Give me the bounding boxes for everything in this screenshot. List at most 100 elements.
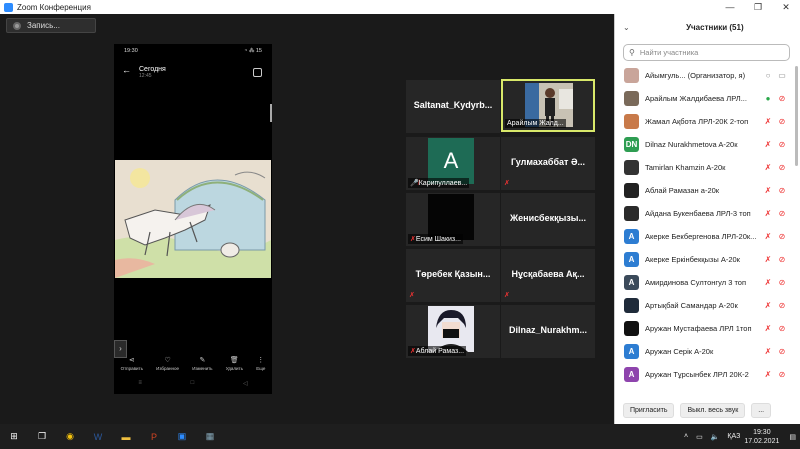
participant-name: Амирдинова Султонгул 3 топ (645, 278, 747, 287)
phone-action-share: ⋖ Отправить (121, 356, 143, 371)
mic-muted-icon: ✗ (764, 163, 772, 172)
participant-name: Аружан Тұрсынбек ЛРЛ 20К-2 (645, 370, 749, 379)
mic-muted-icon: ✗ (764, 347, 772, 356)
participant-name: Акерке Еркінбекқызы А-20к (645, 255, 740, 264)
phone-action-label: Избранное (156, 366, 179, 371)
mic-muted-icon: ✗ (504, 180, 510, 187)
phone-nav-home-icon: □ (190, 380, 195, 386)
participant-avatar (624, 183, 639, 198)
minimize-button[interactable]: — (716, 0, 744, 14)
chevron-down-icon[interactable]: ⌄ (623, 23, 630, 32)
windows-taskbar: ⊞ ❐ ◉ W ▬ P ▣ ▦ ˄ ▭ 🔈 ҚАЗ 19:30 17.02.20… (0, 424, 800, 449)
participant-row[interactable]: A Амирдинова Султонгул 3 топ ✗ ⊘ (615, 271, 795, 294)
phone-status-right: ◔ ⁂ 15 (244, 48, 262, 54)
camera-icon: ▭ (778, 71, 786, 80)
participant-avatar (624, 160, 639, 175)
participant-row[interactable]: A Акерке Бекбергенова ЛРЛ-20к... ✗ ⊘ (615, 225, 795, 248)
video-tile[interactable]: Төребек Қазын... ✗ (406, 249, 500, 302)
mic-muted-icon: ✗ (764, 186, 772, 195)
phone-action-delete: 🗑 Удалить (226, 356, 243, 371)
clock-date: 17.02.2021 (744, 437, 780, 445)
tile-caption: ✗ Аблай Рамаз... (408, 346, 467, 356)
video-tile[interactable]: Нұсқабаева Ақ... ✗ (501, 249, 595, 302)
participant-status: ✗ ⊘ (761, 347, 789, 356)
windows-start-icon[interactable]: ⊞ (0, 424, 28, 449)
participant-row[interactable]: A Аружан Тұрсынбек ЛРЛ 20К-2 ✗ ⊘ (615, 363, 795, 386)
participant-row[interactable]: Артықбай Самандар А-20к ✗ ⊘ (615, 294, 795, 317)
video-tile[interactable]: Гулмахаббат Ә... ✗ (501, 137, 595, 190)
camera-off-icon: ⊘ (778, 209, 786, 218)
tray-chevron-icon[interactable]: ˄ (684, 433, 688, 440)
expand-panel-button[interactable]: › (114, 340, 127, 358)
photos-icon[interactable]: ▦ (196, 424, 224, 449)
phone-scroll-indicator (270, 104, 272, 122)
participant-row[interactable]: A Акерке Еркінбекқызы А-20к ✗ ⊘ (615, 248, 795, 271)
video-tile-active[interactable]: Арайлым Жалд... (501, 79, 595, 132)
task-view-icon[interactable]: ❐ (28, 424, 56, 449)
language-indicator[interactable]: ҚАЗ (727, 433, 740, 440)
video-tile[interactable]: Женисбекқызы... (501, 193, 595, 246)
camera-off-icon: ⊘ (778, 232, 786, 241)
tile-name: Гулмахаббат Ә... (511, 157, 585, 167)
participant-avatar (624, 206, 639, 221)
participant-row[interactable]: Tamirlan Khamzin A-20к ✗ ⊘ (615, 156, 795, 179)
close-button[interactable]: ✕ (772, 0, 800, 14)
participant-status: ✗ ⊘ (761, 324, 789, 333)
record-button[interactable]: Запись... (6, 18, 96, 33)
camera-off-icon: ⊘ (778, 278, 786, 287)
network-icon[interactable]: ▭ (696, 433, 703, 441)
participant-row[interactable]: Айдана Букенбаева ЛРЛ-3 топ ✗ ⊘ (615, 202, 795, 225)
participant-status: ✗ ⊘ (761, 186, 789, 195)
video-tile[interactable]: A 🎤̸ Карипуллаев... (406, 137, 500, 190)
chrome-icon[interactable]: ◉ (56, 424, 84, 449)
mic-muted-icon: ✗ (764, 324, 772, 333)
camera-off-icon: ⊘ (778, 117, 786, 126)
camera-off-icon: ⊘ (778, 370, 786, 379)
participant-name: Аружан Серік А-20к (645, 347, 714, 356)
participant-row[interactable]: Аблай Рамазан a-20к ✗ ⊘ (615, 179, 795, 202)
notification-icon[interactable]: ▤ (789, 433, 796, 441)
clock-time: 19:30 (753, 428, 771, 436)
clock[interactable]: 19:30 17.02.2021 (744, 428, 779, 446)
tile-name: Saltanat_Kydyrb... (413, 100, 493, 110)
participant-avatar (624, 114, 639, 129)
participant-status: ● ⊘ (761, 94, 789, 103)
camera-off-icon: ⊘ (778, 94, 786, 103)
file-explorer-icon[interactable]: ▬ (112, 424, 140, 449)
trash-icon: 🗑 (229, 357, 239, 364)
phone-status-bar: 19:30 ◔ ⁂ 15 (114, 44, 272, 54)
participant-avatar: DN (624, 137, 639, 152)
video-tile[interactable]: Dilnaz_Nurakhm... (501, 305, 595, 358)
tile-caption: Арайлым Жалд... (505, 119, 566, 128)
record-icon (13, 21, 21, 30)
participant-row[interactable]: DN Dilnaz Nurakhmetova A-20к ✗ ⊘ (615, 133, 795, 156)
tile-caption: ✗ Есим Шакиз... (408, 234, 463, 244)
mute-all-button[interactable]: Выкл. весь звук (680, 402, 746, 418)
video-tile[interactable]: ✗ Есим Шакиз... (406, 193, 500, 246)
participant-row[interactable]: Жамал Ақбота ЛРЛ-20К 2-топ ✗ ⊘ (615, 110, 795, 133)
participant-list-scrollbar[interactable] (795, 66, 798, 166)
participant-name: Айымгуль... (Организатор, я) (645, 71, 746, 80)
maximize-button[interactable]: ❐ (744, 0, 772, 14)
zoom-taskbar-icon[interactable]: ▣ (168, 424, 196, 449)
mic-muted-icon: ✗ (764, 140, 772, 149)
window-titlebar: Zoom Конференция — ❐ ✕ (0, 0, 800, 14)
participant-row[interactable]: Арайлым Жалдибаева ЛРЛ... ● ⊘ (615, 87, 795, 110)
mic-muted-icon: ✗ (764, 370, 772, 379)
participant-row[interactable]: A Аружан Серік А-20к ✗ ⊘ (615, 340, 795, 363)
more-button[interactable]: ... (751, 402, 772, 418)
participant-status: ✗ ⊘ (761, 278, 789, 287)
participants-panel: ⌄ Участники (51) ⚲ Найти участника Айымг… (614, 14, 800, 424)
volume-icon[interactable]: 🔈 (711, 433, 720, 441)
participant-row[interactable]: Аружан Мустафаева ЛРЛ 1топ ✗ ⊘ (615, 317, 795, 340)
mic-muted-icon: ✗ (504, 292, 510, 299)
participant-search-input[interactable]: ⚲ Найти участника (623, 44, 790, 61)
powerpoint-icon[interactable]: P (140, 424, 168, 449)
video-tile[interactable]: Saltanat_Kydyrb... (406, 80, 500, 133)
video-tile[interactable]: ✗ Аблай Рамаз... (406, 305, 500, 358)
invite-button[interactable]: Пригласить (623, 402, 675, 418)
participant-status: ✗ ⊘ (761, 163, 789, 172)
word-icon[interactable]: W (84, 424, 112, 449)
camera-off-icon: ⊘ (778, 140, 786, 149)
participant-row[interactable]: Айымгуль... (Организатор, я) ○ ▭ (615, 64, 795, 87)
